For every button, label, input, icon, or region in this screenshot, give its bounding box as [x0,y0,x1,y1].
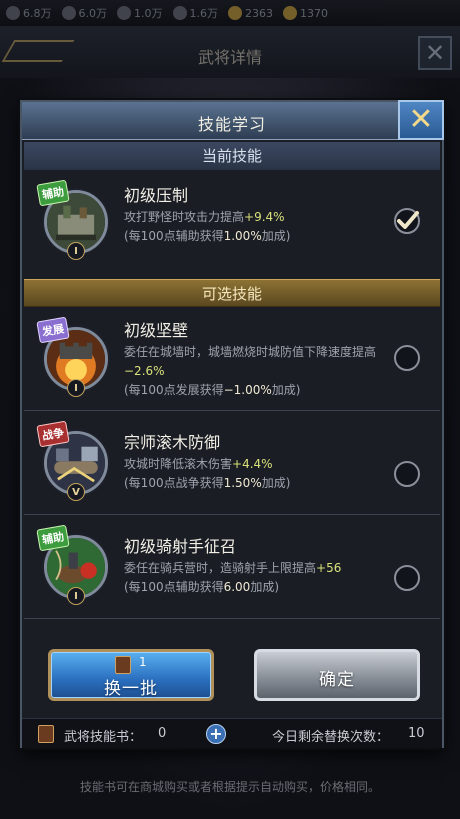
current-skill-item[interactable]: 辅助 I 初级压制 攻打野怪时攻击力提高+9.4% (每100点辅助获得1.00… [24,170,440,274]
skill-tier-badge: I [67,242,85,260]
skill-books-count: 0 [158,726,167,741]
skill-name: 初级骑射手征召 [124,537,237,556]
resource-value: 1.6万 [189,7,219,20]
refresh-button-label: 换一批 [104,679,158,699]
skill-desc-text: (每100点发展获得 [124,383,224,397]
skill-desc-value: +56 [316,561,342,575]
resource-iron: 1.6万 [172,5,219,21]
close-icon: ✕ [408,102,434,137]
iron-icon [172,6,187,20]
skill-desc-text: 攻城时降低滚木伤害 [124,457,233,471]
optional-skill-section-header: 可选技能 [24,279,440,307]
skill-desc-text: 委任在城墙时，城墙燃烧时城防值下降速度提高 [124,345,377,359]
skill-icon: 辅助 I [36,524,108,605]
skill-desc-text: (每100点辅助获得 [124,229,224,243]
skill-desc-value: 1.50% [223,476,262,490]
skill-desc-value: 1.00% [223,229,262,243]
gold-ingot-icon [283,6,297,20]
resource-wood: 6.0万 [61,5,108,21]
refresh-cost: 1 [139,655,147,669]
resource-value: 2363 [245,6,273,20]
skill-desc-value: 6.00 [223,580,251,594]
skill-desc-value: −1.00% [223,383,272,397]
resource-grain: 6.8万 [6,5,52,21]
skill-book-icon [38,725,54,743]
skill-desc-text: (每100点战争获得 [124,476,224,490]
resource-value: 6.0万 [78,7,108,20]
optional-skill-item[interactable]: 战争 V 宗师滚木防御 攻城时降低滚木伤害+4.4% (每100点战争获得1.5… [24,411,440,515]
coin-icon [228,6,242,20]
background-close-icon: ✕ [418,36,452,70]
skill-desc-value: +4.4% [232,457,273,471]
skill-tier-badge: V [67,483,85,501]
remaining-swaps-label: 今日剩余替换次数： [272,730,390,745]
grain-icon [6,6,20,20]
skill-desc-text: (每100点辅助获得 [124,580,224,594]
skill-name: 初级压制 [124,186,189,205]
dialog-footer: 武将技能书： 0 + 今日剩余替换次数： 10 [22,718,442,748]
skill-desc-text: 攻打野怪时攻击力提高 [124,210,245,224]
skill-description: 委任在骑兵营时，造骑射手上限提高+56 (每100点辅助获得6.00加成) [124,559,400,597]
background-page-title: 武将详情 [197,48,262,67]
wood-icon [61,6,76,20]
skill-desc-text: 加成) [261,229,291,243]
skill-icon: 发展 I [36,316,108,397]
remaining-swaps-count: 10 [408,726,425,741]
skill-selected-checkbox[interactable] [392,206,422,236]
resource-bar: 6.8万 6.0万 1.0万 1.6万 2363 1370 [0,0,460,26]
skill-desc-value: −2.6% [124,364,165,378]
dialog-header: 技能学习 [22,102,442,140]
skill-desc-text: 委任在骑兵营时，造骑射手上限提高 [124,561,317,575]
skill-tier-badge: I [67,587,85,605]
stone-icon [117,6,131,20]
skill-icon: 战争 V [36,420,108,501]
optional-skill-item[interactable]: 发展 I 初级坚壁 委任在城墙时，城墙燃烧时城防值下降速度提高 −2.6% (每1… [24,307,440,411]
skill-learn-dialog: 技能学习 ✕ 当前技能 辅助 I 初级压制 攻打野怪时攻击力提高+9.4% (每… [20,100,444,748]
confirm-button-label: 确定 [319,670,355,690]
resource-stone: 1.0万 [117,5,163,21]
current-skill-section-header: 当前技能 [24,142,440,170]
resource-value: 6.8万 [23,7,52,20]
skill-desc-text: 加成) [271,383,301,397]
skill-tier-badge: I [67,379,85,397]
skill-desc-value: +9.4% [244,210,285,224]
skill-description: 委任在城墙时，城墙燃烧时城防值下降速度提高 −2.6% (每100点发展获得−1.… [124,343,400,400]
resource-gold: 1370 [283,6,328,20]
skill-select-radio[interactable] [394,461,420,487]
skill-book-icon [115,656,131,674]
optional-skill-item[interactable]: 辅助 I 初级骑射手征召 委任在骑兵营时，造骑射手上限提高+56 (每100点辅… [24,515,440,619]
refresh-skills-button[interactable]: 1 换一批 [48,649,214,701]
add-books-button[interactable]: + [206,724,226,744]
confirm-button[interactable]: 确定 [254,649,420,701]
skill-desc-text: 加成) [261,476,291,490]
dialog-close-button[interactable]: ✕ [398,100,444,140]
background-footer-text: 技能书可在商城购买或者根据提示自动购买，价格相同。 [79,780,380,794]
skill-name: 初级坚壁 [124,321,189,340]
resource-coin: 2363 [228,6,273,20]
resource-value: 1370 [300,6,328,20]
skill-desc-text: 加成) [250,580,279,594]
skill-description: 攻打野怪时攻击力提高+9.4% (每100点辅助获得1.00%加成) [124,208,400,246]
skill-books-label: 武将技能书： [64,730,143,745]
skill-select-radio[interactable] [394,565,420,591]
resource-value: 1.0万 [134,7,163,20]
skill-description: 攻城时降低滚木伤害+4.4% (每100点战争获得1.50%加成) [124,455,400,493]
skill-icon: 辅助 I [36,179,108,260]
skill-name: 宗师滚木防御 [124,433,221,452]
skill-select-radio[interactable] [394,345,420,371]
dialog-title: 技能学习 [197,115,266,134]
checkmark-icon [394,208,420,234]
